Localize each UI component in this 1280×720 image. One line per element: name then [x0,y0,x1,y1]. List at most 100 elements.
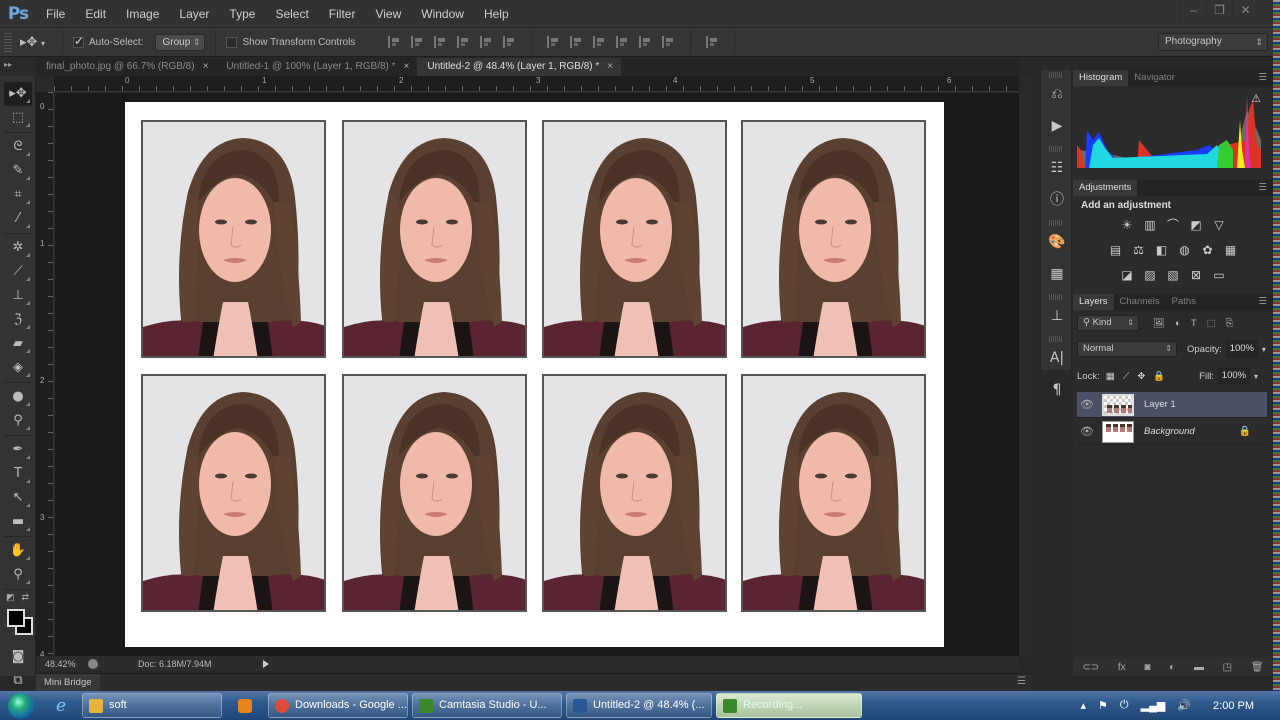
clone-source-icon[interactable]: ⊥ [1041,300,1073,332]
threshold-icon[interactable]: ▧ [1165,268,1182,283]
curves-icon[interactable]: ⌒ [1165,218,1182,233]
menu-view[interactable]: View [365,7,411,21]
new-adjustment-icon[interactable]: ◐ [1169,662,1175,673]
brush-tool-icon[interactable]: ⟋ [4,260,32,284]
color-balance-icon[interactable]: ⚖ [1130,243,1147,258]
menu-select[interactable]: Select [265,7,318,21]
taskbar-item-camtasia[interactable]: Camtasia Studio - U... [412,693,562,718]
align-right-icon[interactable] [503,36,516,48]
eyedropper-tool-icon[interactable]: ⁄ [4,207,32,231]
align-hcenter-icon[interactable] [480,36,493,48]
minimize-button[interactable]: – [1180,0,1206,20]
start-button[interactable] [0,691,42,720]
invert-icon[interactable]: ◪ [1119,268,1136,283]
clone-stamp-tool-icon[interactable]: ⊥ [4,284,32,308]
action-center-icon[interactable]: ⚑ [1098,699,1108,712]
distribute-right-icon[interactable] [662,36,675,48]
auto-align-layers-icon[interactable] [706,36,719,48]
shape-layer-filter-icon[interactable]: ⬚ [1207,318,1216,329]
auto-select-mode-select[interactable]: Group [155,33,206,51]
link-layers-icon[interactable]: ⊂⊃ [1082,662,1099,673]
hue-saturation-icon[interactable]: ▤ [1107,243,1124,258]
levels-icon[interactable]: ▥ [1142,218,1159,233]
pixel-layer-filter-icon[interactable]: 🖼 [1153,318,1165,329]
tab-untitled-2[interactable]: Untitled-2 @ 48.4% (Layer 1, RGB/8) * × [417,58,622,76]
toolbar-collapse[interactable]: ▸▸ [0,58,36,76]
document-canvas[interactable] [125,102,944,647]
paint-bucket-tool-icon[interactable]: ◈ [4,356,32,380]
swap-colors-icon[interactable]: ⇄ [21,592,29,603]
menu-file[interactable]: File [36,7,75,21]
lasso-tool-icon[interactable]: ᘓ [4,135,32,159]
opacity-input[interactable]: 100% [1225,341,1258,357]
lock-position-icon[interactable]: ✥ [1137,371,1145,382]
close-tab-icon[interactable]: × [404,61,410,72]
tab-adjustments[interactable]: Adjustments [1073,180,1138,196]
fill-slider-toggle-icon[interactable]: ▾ [1254,372,1258,381]
path-selection-tool-icon[interactable]: ↖ [4,486,32,510]
align-left-icon[interactable] [457,36,470,48]
internet-explorer-icon[interactable]: e [48,693,74,718]
default-colors-icon[interactable]: ◩ [6,592,15,603]
delete-layer-icon[interactable]: 🗑 [1251,662,1264,673]
smart-object-filter-icon[interactable]: ⎘ [1226,318,1234,329]
gradient-map-icon[interactable]: ▭ [1211,268,1228,283]
black-white-icon[interactable]: ◧ [1153,243,1170,258]
zoom-tool-icon[interactable]: ⚲ [4,563,32,587]
color-palette-icon[interactable]: 🎨 [1041,226,1073,258]
warning-icon[interactable]: ⚠ [1251,92,1261,105]
marquee-tool-icon[interactable]: ⬚ [4,106,32,130]
layer-row-layer-1[interactable]: 👁 Layer 1 [1077,392,1267,418]
menu-image[interactable]: Image [116,7,169,21]
blur-tool-icon[interactable]: ● [4,385,32,409]
type-tool-icon[interactable]: T [4,462,32,486]
taskbar-item-photoshop[interactable]: Untitled-2 @ 48.4% (... [566,693,712,718]
new-layer-icon[interactable]: ◳ [1223,662,1232,673]
power-icon[interactable]: ⏻ [1120,699,1129,712]
selective-color-icon[interactable]: ⊠ [1188,268,1205,283]
paragraph-icon[interactable]: ¶ [1041,374,1073,406]
history-brush-tool-icon[interactable]: ℨ [4,308,32,332]
taskbar-item-recording[interactable]: Recording... [716,693,862,718]
vertical-ruler[interactable]: 01234 [36,92,54,659]
layer-style-icon[interactable]: fx [1118,662,1126,673]
distribute-vcenter-icon[interactable] [570,36,583,48]
tab-histogram[interactable]: Histogram [1073,70,1129,86]
blend-mode-select[interactable]: Normal [1077,341,1177,357]
horizontal-ruler[interactable]: 0 1 2 3 4 5 6 [54,76,1019,92]
pen-tool-icon[interactable]: ✒ [4,438,32,462]
tab-channels[interactable]: Channels [1114,294,1166,310]
tab-navigator[interactable]: Navigator [1128,70,1181,86]
menu-window[interactable]: Window [411,7,474,21]
layer-row-background[interactable]: 👁 Background 🔒 [1077,419,1267,445]
align-vcenter-icon[interactable] [411,36,424,48]
panel-menu-icon[interactable]: ☰ [1258,180,1273,196]
media-player-icon[interactable] [232,693,258,718]
vertical-scrollbar[interactable] [1019,76,1033,656]
align-bottom-icon[interactable] [434,36,447,48]
photo-filter-icon[interactable]: ◍ [1176,243,1193,258]
foreground-color-swatch[interactable] [7,609,25,627]
panel-menu-icon[interactable]: ☰ [1017,676,1026,687]
distribute-top-icon[interactable] [547,36,560,48]
menu-help[interactable]: Help [474,7,519,21]
taskbar-item-soft[interactable]: soft [82,693,222,718]
menu-layer[interactable]: Layer [169,7,219,21]
adjustment-layer-filter-icon[interactable]: ◐ [1175,318,1181,329]
channel-mixer-icon[interactable]: ✿ [1199,243,1216,258]
filter-kind-select[interactable]: ⚲ Kind [1077,315,1139,331]
status-menu-arrow-icon[interactable] [263,659,269,668]
zoom-level[interactable]: 48.42% [36,659,88,669]
network-icon[interactable]: ▂▄▆ [1141,699,1166,712]
menu-filter[interactable]: Filter [319,7,366,21]
info-icon[interactable]: ⓘ [1041,184,1073,216]
eraser-tool-icon[interactable]: ▰ [4,332,32,356]
history-icon[interactable]: ⎌ [1041,78,1073,110]
rectangle-tool-icon[interactable]: ▬ [4,510,32,534]
tab-paths[interactable]: Paths [1166,294,1202,310]
lock-pixels-icon[interactable]: ⟋ [1123,371,1130,382]
swatches-icon[interactable]: ▦ [1041,258,1073,290]
actions-play-icon[interactable]: ▶ [1041,110,1073,142]
menu-type[interactable]: Type [219,7,265,21]
show-transform-checkbox[interactable] [226,36,238,48]
